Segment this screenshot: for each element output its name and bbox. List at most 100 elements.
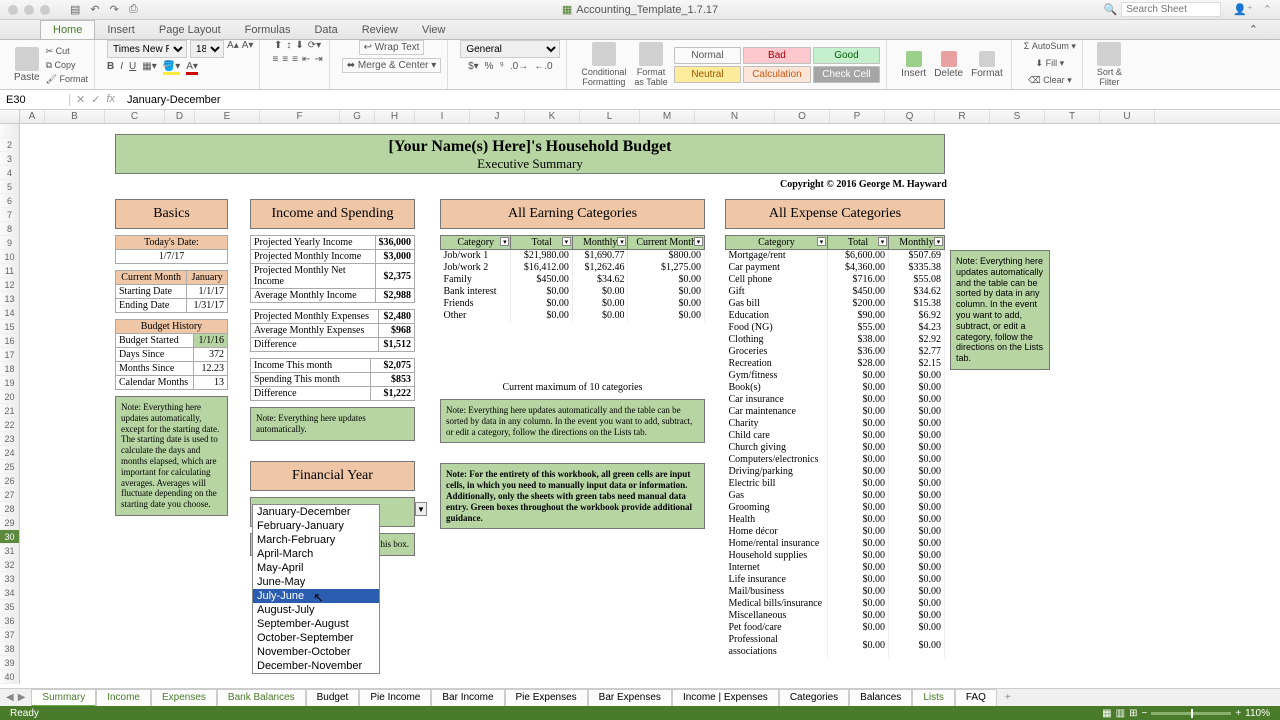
row-headers[interactable]: 2345678910111213141516171819202122232425… — [0, 124, 20, 684]
font-family-select[interactable]: Times New R... — [107, 40, 187, 58]
filter-dropdown-icon[interactable]: ▾ — [817, 237, 826, 246]
ribbon-tab-review[interactable]: Review — [350, 21, 410, 39]
style-calculation[interactable]: Calculation — [743, 66, 810, 83]
format-as-table-button[interactable]: Format as Table — [632, 40, 669, 89]
row-header[interactable]: 30 — [0, 530, 19, 544]
dropdown-option[interactable]: November-October — [253, 645, 379, 659]
delete-cells-button[interactable]: Delete — [932, 49, 965, 81]
zoom-in-button[interactable]: + — [1235, 708, 1241, 719]
print-icon[interactable]: ⎙ — [129, 3, 138, 16]
wrap-text-button[interactable]: ↩ Wrap Text — [359, 40, 425, 55]
ribbon-tab-formulas[interactable]: Formulas — [233, 21, 303, 39]
row-header[interactable]: 38 — [0, 642, 19, 656]
row-header[interactable] — [0, 124, 19, 138]
column-header[interactable]: A — [20, 110, 45, 123]
font-color-button[interactable]: A▾ — [186, 61, 198, 75]
column-header[interactable]: P — [830, 110, 885, 123]
column-header[interactable]: O — [775, 110, 830, 123]
dropdown-option[interactable]: February-January — [253, 519, 379, 533]
spreadsheet-grid[interactable]: 2345678910111213141516171819202122232425… — [0, 124, 1280, 684]
row-header[interactable]: 21 — [0, 404, 19, 418]
row-header[interactable]: 26 — [0, 474, 19, 488]
column-header[interactable]: U — [1100, 110, 1155, 123]
sheet-tab-lists[interactable]: Lists — [912, 689, 955, 707]
dropdown-option[interactable]: April-March — [253, 547, 379, 561]
column-header[interactable]: R — [935, 110, 990, 123]
row-header[interactable]: 24 — [0, 446, 19, 460]
row-header[interactable]: 3 — [0, 152, 19, 166]
column-header[interactable]: K — [525, 110, 580, 123]
select-all-corner[interactable] — [0, 110, 20, 123]
ribbon-toggle-icon[interactable]: ⌃ — [1263, 3, 1272, 16]
row-header[interactable]: 10 — [0, 250, 19, 264]
row-header[interactable]: 32 — [0, 558, 19, 572]
name-box[interactable]: E30 — [0, 94, 70, 106]
sheet-tab-bar-income[interactable]: Bar Income — [431, 689, 504, 707]
column-header[interactable]: F — [260, 110, 340, 123]
view-normal-icon[interactable]: ▦ — [1102, 708, 1111, 719]
first-sheet-icon[interactable]: ◀ — [6, 692, 14, 703]
filter-dropdown-icon[interactable]: ▾ — [500, 237, 509, 246]
column-header[interactable]: L — [580, 110, 640, 123]
dropdown-option[interactable]: December-November — [253, 659, 379, 673]
row-header[interactable]: 40 — [0, 670, 19, 684]
fx-icon[interactable]: fx — [106, 93, 115, 106]
column-header[interactable]: I — [415, 110, 470, 123]
zoom-out-button[interactable]: − — [1141, 708, 1147, 719]
align-left-icon[interactable]: ≡ — [272, 54, 278, 65]
prev-sheet-icon[interactable]: ▶ — [18, 692, 26, 703]
zoom-slider[interactable] — [1151, 712, 1231, 715]
orientation-icon[interactable]: ⟳▾ — [308, 40, 321, 51]
column-header[interactable]: M — [640, 110, 695, 123]
sheet-tab-bank-balances[interactable]: Bank Balances — [217, 689, 306, 707]
conditional-formatting-button[interactable]: Conditional Formatting — [579, 40, 628, 89]
dropdown-option[interactable]: May-April — [253, 561, 379, 575]
merge-center-button[interactable]: ⬌ Merge & Center ▾ — [342, 58, 442, 73]
traffic-lights[interactable] — [8, 5, 50, 15]
row-header[interactable]: 39 — [0, 656, 19, 670]
filter-dropdown-icon[interactable]: ▾ — [694, 237, 703, 246]
sheet-tab-budget[interactable]: Budget — [306, 689, 360, 707]
column-header[interactable]: H — [375, 110, 415, 123]
financial-year-dropdown[interactable]: January-DecemberFebruary-JanuaryMarch-Fe… — [252, 504, 380, 674]
column-header[interactable]: C — [105, 110, 165, 123]
view-layout-icon[interactable]: ▥ — [1116, 708, 1125, 719]
redo-icon[interactable]: ↷ — [110, 3, 119, 16]
column-header[interactable]: D — [165, 110, 195, 123]
column-header[interactable]: J — [470, 110, 525, 123]
row-header[interactable]: 28 — [0, 502, 19, 516]
sheet-tab-income-expenses[interactable]: Income | Expenses — [672, 689, 779, 707]
cut-button[interactable]: ✂ Cut — [46, 44, 88, 58]
dropdown-option[interactable]: January-December — [253, 505, 379, 519]
column-header[interactable]: Q — [885, 110, 935, 123]
inc-decimal-button[interactable]: .0→ — [510, 61, 528, 72]
column-header[interactable]: G — [340, 110, 375, 123]
filter-dropdown-icon[interactable]: ▾ — [562, 237, 571, 246]
ribbon-tab-view[interactable]: View — [410, 21, 458, 39]
row-header[interactable]: 16 — [0, 334, 19, 348]
row-header[interactable]: 6 — [0, 194, 19, 208]
align-middle-icon[interactable]: ↕ — [286, 40, 291, 51]
row-header[interactable]: 37 — [0, 628, 19, 642]
row-header[interactable]: 22 — [0, 418, 19, 432]
style-normal[interactable]: Normal — [674, 47, 741, 64]
column-header[interactable]: E — [195, 110, 260, 123]
filter-dropdown-icon[interactable]: ▾ — [617, 237, 626, 246]
italic-button[interactable]: I — [120, 61, 123, 75]
zoom-level[interactable]: 110% — [1245, 708, 1270, 719]
bold-button[interactable]: B — [107, 61, 114, 75]
font-size-select[interactable]: 18 — [190, 40, 224, 58]
copy-button[interactable]: ⧉ Copy — [46, 58, 88, 72]
sheet-tab-pie-expenses[interactable]: Pie Expenses — [505, 689, 588, 707]
cancel-formula-icon[interactable]: ✕ — [76, 93, 85, 106]
row-header[interactable]: 25 — [0, 460, 19, 474]
percent-button[interactable]: % — [485, 61, 494, 72]
view-break-icon[interactable]: ⊞ — [1129, 708, 1137, 719]
save-icon[interactable]: ▤ — [70, 3, 80, 16]
column-header[interactable]: B — [45, 110, 105, 123]
style-check-cell[interactable]: Check Cell — [813, 66, 880, 83]
sheet-tab-income[interactable]: Income — [96, 689, 151, 707]
add-sheet-button[interactable]: + — [997, 690, 1019, 705]
sheet-tab-summary[interactable]: Summary — [31, 689, 96, 707]
row-header[interactable]: 9 — [0, 236, 19, 250]
